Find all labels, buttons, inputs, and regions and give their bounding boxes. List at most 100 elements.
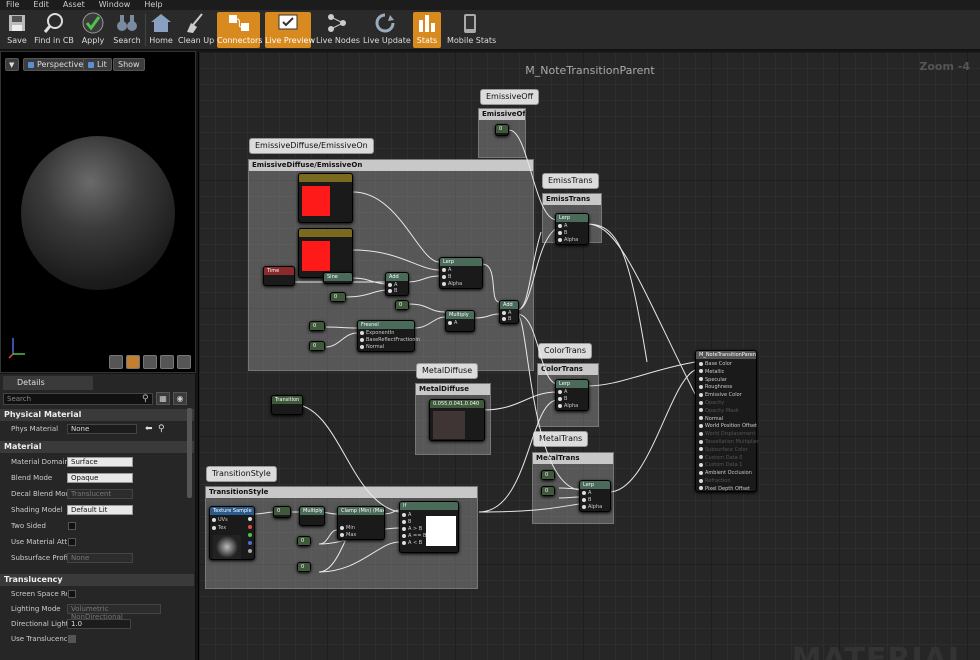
save-button[interactable]: Save: [3, 12, 31, 48]
clean-up-button[interactable]: Clean Up: [178, 12, 214, 48]
menu-edit[interactable]: Edit: [33, 0, 49, 10]
checkbox[interactable]: [68, 538, 76, 546]
use-asset-icon[interactable]: ⬅: [145, 422, 153, 436]
result-pin[interactable]: Custom Data 1: [699, 462, 742, 469]
menu-asset[interactable]: Asset: [63, 0, 85, 10]
transition-param-node[interactable]: Transition: [271, 395, 303, 415]
result-pin[interactable]: Opacity Mask: [699, 408, 739, 415]
home-button[interactable]: Home: [148, 12, 174, 48]
sine-node[interactable]: Sine: [323, 272, 353, 284]
constant-node[interactable]: 0: [297, 536, 311, 546]
details-search-input[interactable]: Search: [3, 393, 153, 405]
menu-help[interactable]: Help: [144, 0, 162, 10]
clamp-node[interactable]: Clamp (Min) (Max) Min Max: [337, 506, 385, 540]
checkbox[interactable]: [68, 590, 76, 598]
translucency-section[interactable]: Translucency: [0, 574, 194, 586]
live-preview-button[interactable]: Live Preview: [265, 12, 315, 48]
material-graph[interactable]: M_NoteTransitionParent Zoom -4 MATERIAL …: [198, 52, 980, 660]
fresnel-node[interactable]: Fresnel ExponentIn BaseReflectFractionIn…: [357, 320, 420, 352]
lit-button[interactable]: Lit: [83, 58, 112, 71]
multiply-node[interactable]: Multiply: [299, 506, 325, 526]
dropdown-select[interactable]: None: [67, 553, 133, 563]
constant-node[interactable]: 0: [330, 292, 346, 302]
result-pin[interactable]: Opacity: [699, 400, 724, 407]
perspective-button[interactable]: Perspective: [23, 58, 89, 71]
material-result-node[interactable]: M_NoteTransitionParent Base Color Metalli…: [695, 350, 759, 493]
find-in-cb-button[interactable]: Find in CB: [34, 12, 74, 48]
emissive-lerp-node[interactable]: Lerp A B Alpha: [439, 257, 483, 289]
result-pin[interactable]: Refraction: [699, 478, 731, 485]
result-pin[interactable]: Custom Data 0: [699, 455, 742, 462]
cylinder-preview-button[interactable]: [109, 355, 123, 369]
menu-window[interactable]: Window: [99, 0, 131, 10]
stats-icon: [415, 12, 439, 34]
dropdown-select[interactable]: Opaque: [67, 473, 133, 483]
dropdown-select[interactable]: Translucent: [67, 489, 133, 499]
details-scrollbar[interactable]: [187, 408, 192, 498]
metal-trans-lerp-node[interactable]: Lerp A B Alpha: [579, 480, 611, 512]
physical-material-section[interactable]: Physical Material: [0, 409, 194, 421]
constant-node[interactable]: 0: [541, 486, 555, 496]
live-nodes-button[interactable]: Live Nodes: [316, 12, 360, 48]
dropdown-select[interactable]: Default Lit: [67, 505, 133, 515]
result-pin[interactable]: Tessellation Multiplier: [699, 439, 759, 446]
metal-diffuse-constant-node[interactable]: 0.055,0.041,0.040: [429, 399, 485, 441]
constant-node[interactable]: 0: [395, 300, 409, 310]
base-color-emiss-high-param-node[interactable]: [298, 228, 353, 278]
sphere-preview-button[interactable]: [126, 355, 140, 369]
live-update-button[interactable]: Live Update: [363, 12, 411, 48]
result-pin[interactable]: Normal: [699, 416, 723, 423]
param-node-header: [299, 229, 352, 237]
add-node[interactable]: Add A B: [385, 272, 409, 296]
mobile-stats-button[interactable]: Mobile Stats: [447, 12, 496, 48]
time-node[interactable]: Time: [263, 266, 295, 286]
material-section[interactable]: Material: [0, 441, 194, 453]
multiply-node[interactable]: Multiply A: [445, 310, 475, 332]
constant-node[interactable]: 0: [297, 562, 311, 572]
checkbox[interactable]: [68, 635, 76, 643]
result-pin[interactable]: Metallic: [699, 369, 724, 376]
constant-node[interactable]: 0: [541, 470, 555, 480]
phys-material-select[interactable]: None: [67, 424, 137, 434]
apply-button[interactable]: Apply: [79, 12, 107, 48]
result-pin[interactable]: Specular: [699, 377, 727, 384]
result-pin[interactable]: World Position Offset: [699, 423, 757, 430]
show-button[interactable]: Show: [113, 58, 145, 71]
result-pin[interactable]: Pixel Depth Offset: [699, 486, 750, 493]
menu-file[interactable]: File: [6, 0, 19, 10]
base-color-emiss-low-param-node[interactable]: [298, 173, 353, 223]
custom-mesh-preview-button[interactable]: [177, 355, 191, 369]
if-node[interactable]: If A B A > B A == B A < B: [399, 501, 459, 553]
emissive-off-constant-node[interactable]: 0: [495, 124, 509, 136]
dropdown-select[interactable]: Volumetric NonDirectional: [67, 604, 161, 621]
result-pin[interactable]: Emissive Color: [699, 392, 742, 399]
texture-preview: [213, 535, 241, 559]
result-pin[interactable]: World Displacement: [699, 431, 755, 438]
search-button[interactable]: Search: [112, 12, 142, 48]
emiss-trans-lerp-node[interactable]: Lerp A B Alpha: [555, 213, 589, 245]
browse-search-icon[interactable]: ⚲: [158, 422, 165, 436]
constant-node[interactable]: 0: [309, 341, 325, 351]
details-tab[interactable]: Details: [3, 376, 93, 390]
viewport-options-button[interactable]: ▼: [5, 58, 19, 71]
add-node[interactable]: Add A B: [499, 300, 519, 324]
number-input[interactable]: 1.0: [67, 619, 131, 629]
result-pin[interactable]: Ambient Occlusion: [699, 470, 752, 477]
preview-shape-buttons: [109, 355, 191, 369]
result-pin[interactable]: Subsurface Color: [699, 447, 748, 454]
constant-node[interactable]: 0: [309, 321, 325, 331]
color-trans-lerp-node[interactable]: Lerp A B Alpha: [555, 379, 589, 411]
connectors-button[interactable]: Connectors: [217, 12, 262, 48]
plane-preview-button[interactable]: [143, 355, 157, 369]
stats-button[interactable]: Stats: [413, 12, 441, 48]
texture-sample-node[interactable]: Texture Sample UVs Tex: [209, 506, 255, 560]
checkbox[interactable]: [68, 522, 76, 530]
result-pin[interactable]: Roughness: [699, 384, 732, 391]
dropdown-select[interactable]: Surface: [67, 457, 133, 467]
grid-view-icon[interactable]: ▦: [156, 392, 170, 405]
result-pin[interactable]: Base Color: [699, 361, 732, 368]
preview-viewport[interactable]: ▼ Perspective Lit Show: [0, 51, 196, 373]
constant-node[interactable]: 0: [273, 506, 291, 518]
eye-icon[interactable]: ◉: [173, 392, 187, 405]
cube-preview-button[interactable]: [160, 355, 174, 369]
